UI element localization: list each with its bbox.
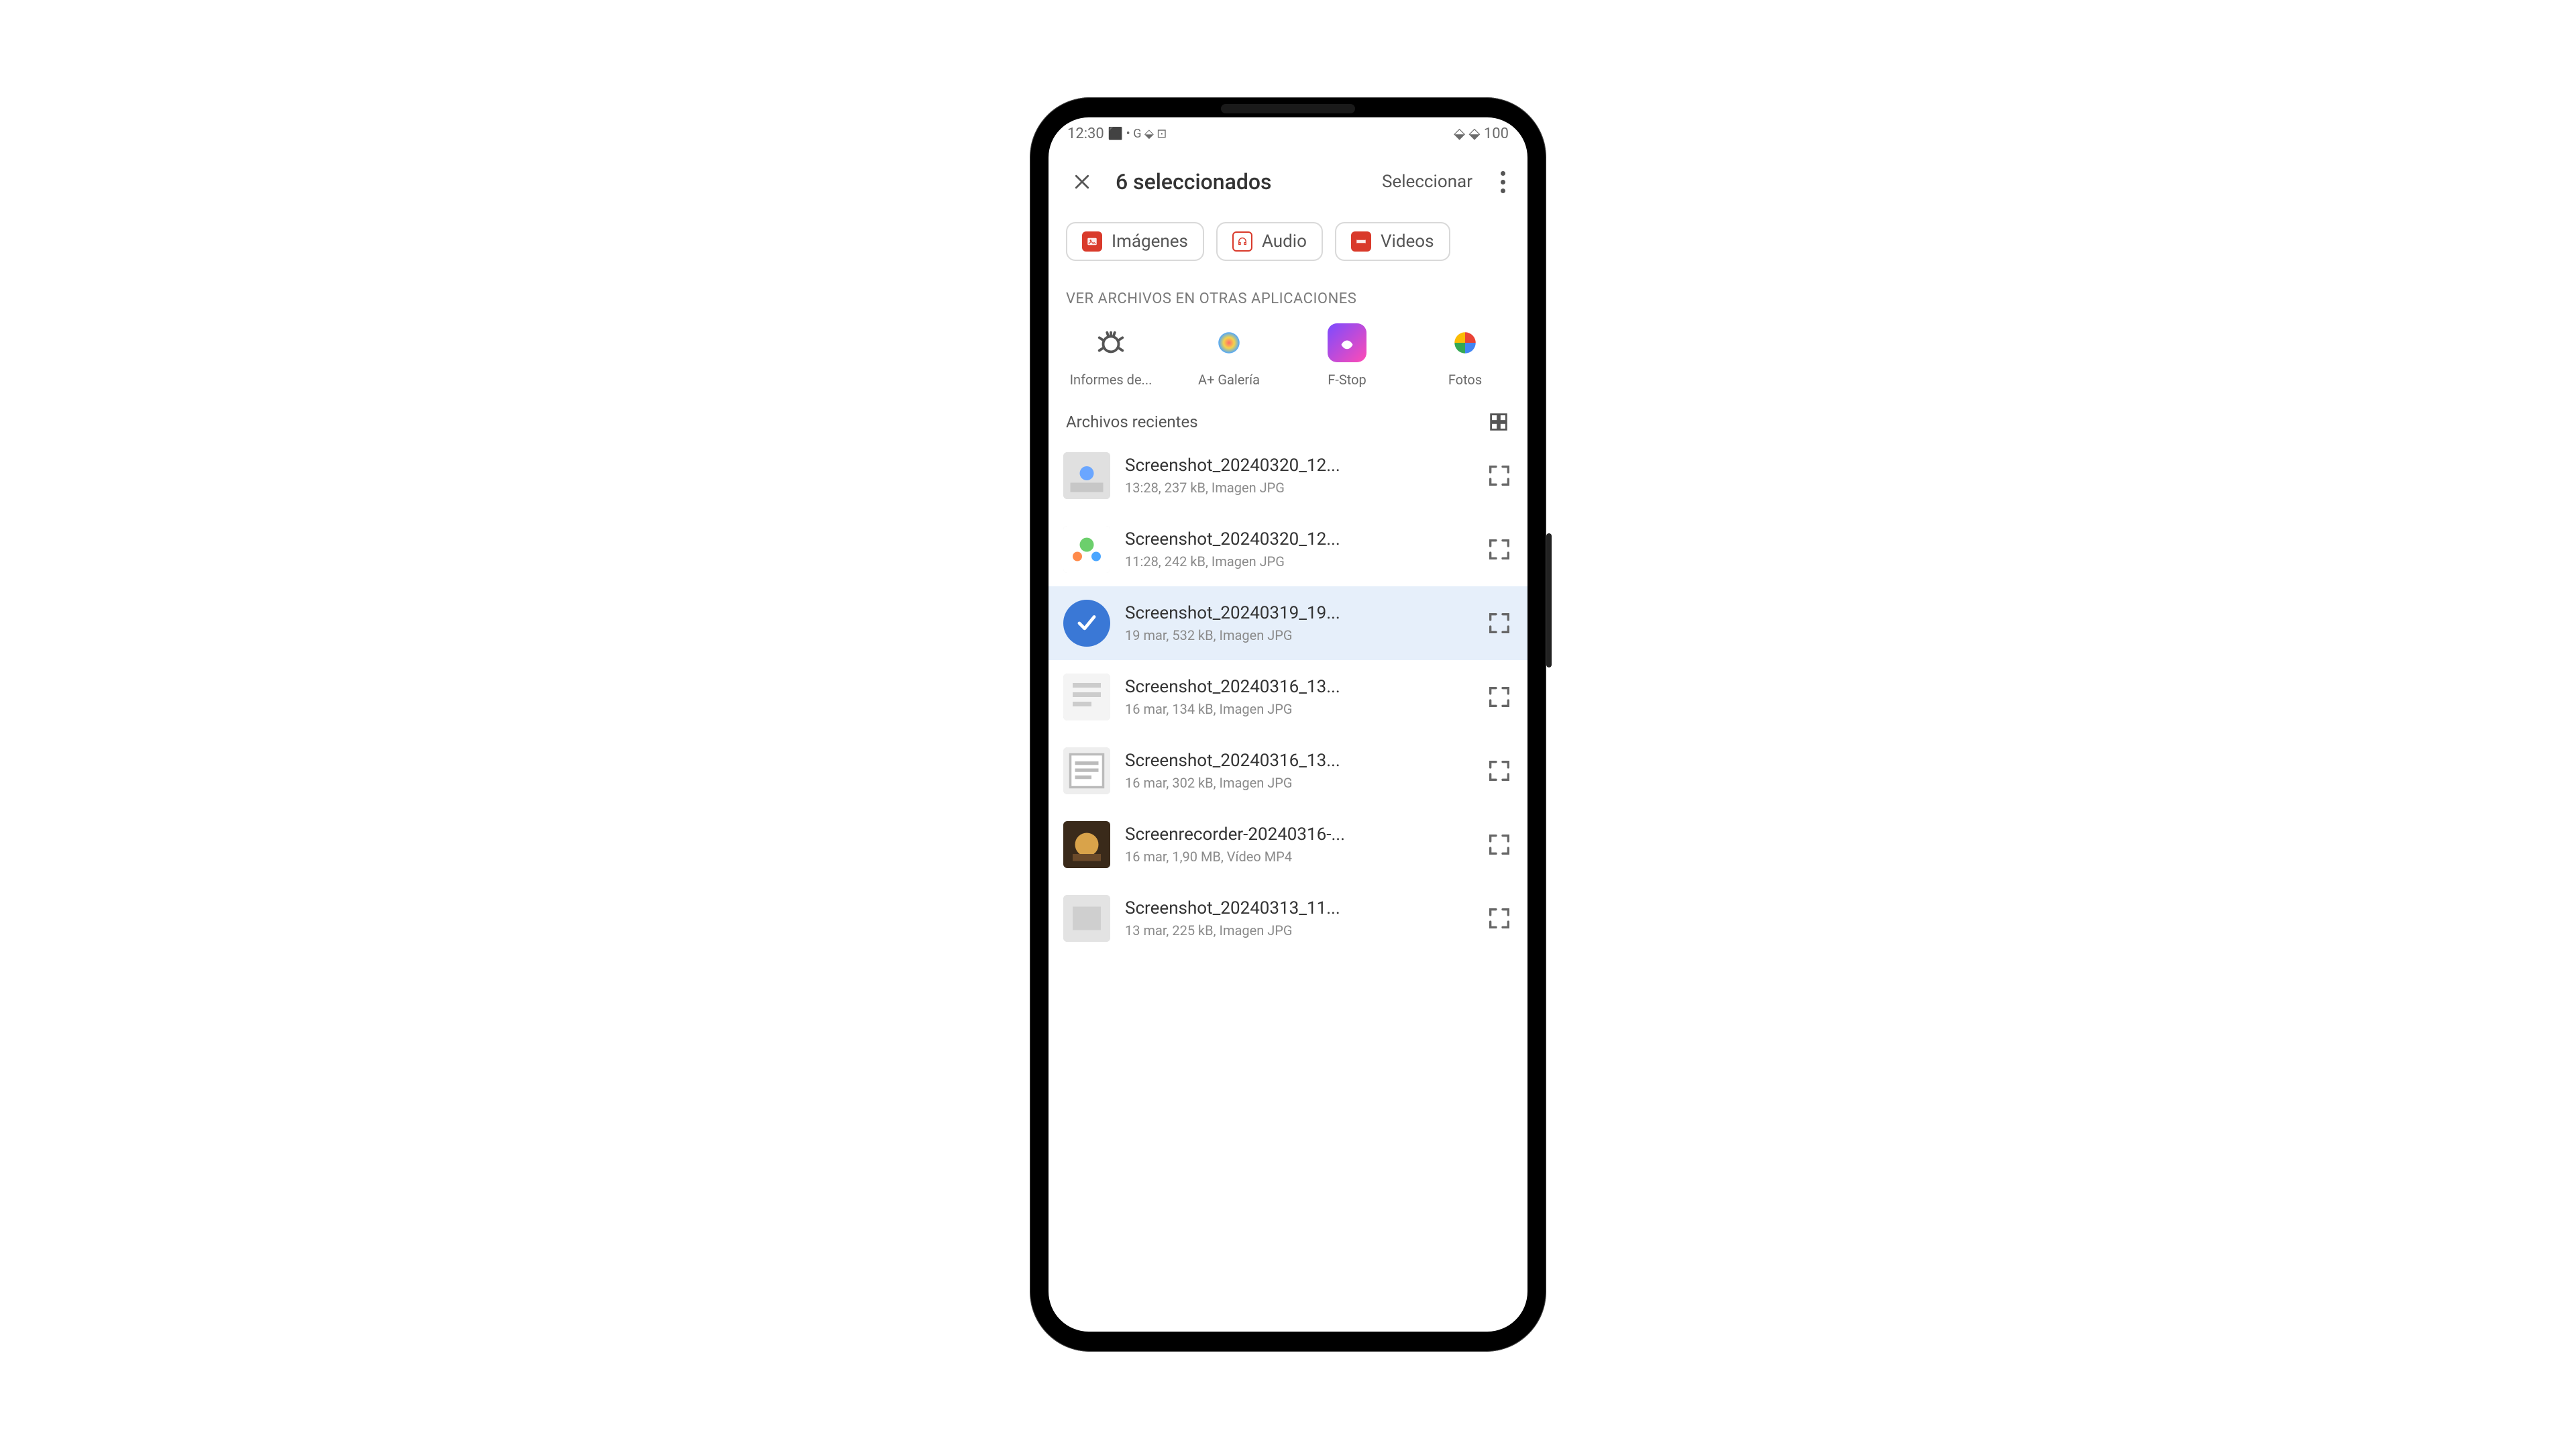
phone-frame: 12:30 ⬛ • G ⬙ ⊡ ⬙ ⬙ 100 6 seleccionados … (1030, 97, 1546, 1352)
file-meta: 16 mar, 302 kB, Imagen JPG (1125, 775, 1471, 791)
file-thumbnail (1063, 674, 1110, 720)
selection-header: 6 seleccionados Seleccionar (1049, 150, 1527, 214)
status-icons-left: ⬛ • G ⬙ ⊡ (1108, 127, 1167, 141)
chip-label: Imágenes (1112, 231, 1188, 252)
selected-check-icon (1063, 600, 1110, 647)
file-row[interactable]: Screenshot_20240320_12... 13:28, 237 kB,… (1049, 439, 1527, 513)
recent-header: Archivos recientes (1049, 404, 1527, 439)
other-apps-section-label: VER ARCHIVOS EN OTRAS APLICACIONES (1049, 269, 1527, 319)
status-left: 12:30 ⬛ • G ⬙ ⊡ (1067, 125, 1167, 142)
selection-count-title: 6 seleccionados (1116, 169, 1271, 195)
expand-icon[interactable] (1486, 757, 1513, 784)
chip-label: Audio (1262, 231, 1307, 252)
expand-icon[interactable] (1486, 610, 1513, 637)
file-name: Screenshot_20240313_11... (1125, 898, 1471, 918)
app-label: A+ Galería (1198, 372, 1260, 388)
file-meta: 19 mar, 532 kB, Imagen JPG (1125, 627, 1471, 643)
file-name: Screenrecorder-20240316-... (1125, 824, 1471, 845)
bug-icon (1091, 323, 1130, 362)
status-time: 12:30 (1067, 125, 1104, 142)
file-name: Screenshot_20240320_12... (1125, 455, 1471, 476)
expand-icon[interactable] (1486, 684, 1513, 710)
filter-chip-videos[interactable]: Videos (1335, 222, 1450, 261)
file-meta: 13:28, 237 kB, Imagen JPG (1125, 480, 1471, 496)
file-row-selected[interactable]: Screenshot_20240319_19... 19 mar, 532 kB… (1049, 586, 1527, 660)
file-name: Screenshot_20240316_13... (1125, 677, 1471, 697)
file-name: Screenshot_20240316_13... (1125, 751, 1471, 771)
expand-icon[interactable] (1486, 462, 1513, 489)
file-info: Screenrecorder-20240316-... 16 mar, 1,90… (1125, 824, 1471, 865)
app-item-fstop[interactable]: F-Stop (1290, 323, 1404, 388)
app-item-photos[interactable]: Fotos (1408, 323, 1522, 388)
file-info: Screenshot_20240320_12... 11:28, 242 kB,… (1125, 529, 1471, 570)
grid-view-icon[interactable] (1487, 411, 1510, 433)
close-icon[interactable] (1062, 162, 1102, 202)
status-icons-right: ⬙ ⬙ 100 (1454, 125, 1509, 142)
select-all-button[interactable]: Seleccionar (1382, 172, 1472, 192)
file-row[interactable]: Screenshot_20240316_13... 16 mar, 302 kB… (1049, 734, 1527, 808)
phone-screen: 12:30 ⬛ • G ⬙ ⊡ ⬙ ⬙ 100 6 seleccionados … (1049, 117, 1527, 1332)
file-thumbnail (1063, 747, 1110, 794)
recent-files-label: Archivos recientes (1066, 413, 1198, 431)
app-label: Informes de... (1070, 372, 1152, 388)
file-info: Screenshot_20240320_12... 13:28, 237 kB,… (1125, 455, 1471, 496)
app-label: Fotos (1448, 372, 1482, 388)
file-row[interactable]: Screenshot_20240316_13... 16 mar, 134 kB… (1049, 660, 1527, 734)
headphones-icon (1232, 231, 1252, 252)
file-info: Screenshot_20240313_11... 13 mar, 225 kB… (1125, 898, 1471, 938)
file-info: Screenshot_20240319_19... 19 mar, 532 kB… (1125, 603, 1471, 643)
file-row[interactable]: Screenrecorder-20240316-... 16 mar, 1,90… (1049, 808, 1527, 881)
file-name: Screenshot_20240319_19... (1125, 603, 1471, 623)
expand-icon[interactable] (1486, 536, 1513, 563)
file-meta: 11:28, 242 kB, Imagen JPG (1125, 553, 1471, 570)
file-thumbnail (1063, 452, 1110, 499)
filter-chip-images[interactable]: Imágenes (1066, 222, 1204, 261)
file-meta: 16 mar, 1,90 MB, Vídeo MP4 (1125, 849, 1471, 865)
status-bar: 12:30 ⬛ • G ⬙ ⊡ ⬙ ⬙ 100 (1049, 117, 1527, 150)
file-list: Screenshot_20240320_12... 13:28, 237 kB,… (1049, 439, 1527, 955)
app-label: F-Stop (1328, 372, 1366, 388)
gallery-icon (1210, 323, 1248, 362)
app-item-gallery[interactable]: A+ Galería (1172, 323, 1286, 388)
file-thumbnail (1063, 895, 1110, 942)
filter-chip-audio[interactable]: Audio (1216, 222, 1323, 261)
file-name: Screenshot_20240320_12... (1125, 529, 1471, 549)
other-apps-row: Informes de... A+ Galería F-Stop (1049, 319, 1527, 404)
expand-icon[interactable] (1486, 831, 1513, 858)
chip-label: Videos (1381, 231, 1434, 252)
app-item-bugreports[interactable]: Informes de... (1054, 323, 1168, 388)
file-meta: 16 mar, 134 kB, Imagen JPG (1125, 701, 1471, 717)
file-row[interactable]: Screenshot_20240313_11... 13 mar, 225 kB… (1049, 881, 1527, 955)
fstop-icon (1328, 323, 1366, 362)
file-info: Screenshot_20240316_13... 16 mar, 302 kB… (1125, 751, 1471, 791)
file-thumbnail (1063, 821, 1110, 868)
google-photos-icon (1446, 323, 1485, 362)
video-icon (1351, 231, 1371, 252)
image-icon (1082, 231, 1102, 252)
file-info: Screenshot_20240316_13... 16 mar, 134 kB… (1125, 677, 1471, 717)
file-thumbnail (1063, 526, 1110, 573)
filter-chip-row: Imágenes Audio Videos (1049, 214, 1527, 269)
file-meta: 13 mar, 225 kB, Imagen JPG (1125, 922, 1471, 938)
file-row[interactable]: Screenshot_20240320_12... 11:28, 242 kB,… (1049, 513, 1527, 586)
expand-icon[interactable] (1486, 905, 1513, 932)
overflow-menu-icon[interactable] (1486, 162, 1519, 202)
